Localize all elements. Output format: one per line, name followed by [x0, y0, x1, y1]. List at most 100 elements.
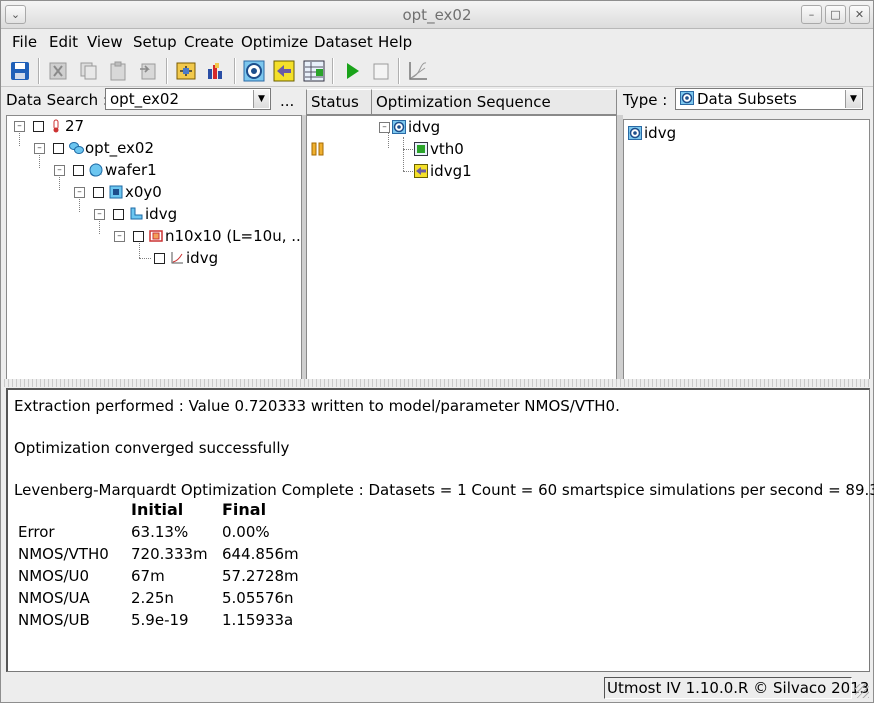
table-header: Final — [222, 500, 267, 519]
checkbox[interactable] — [133, 230, 144, 242]
table-cell: NMOS/VTH0 — [18, 545, 109, 563]
collapse-icon[interactable]: – — [34, 142, 45, 154]
yellow-arrow-icon[interactable] — [271, 58, 297, 84]
table-cell: 63.13% — [131, 523, 189, 541]
table-cell: Error — [18, 523, 55, 541]
target-icon — [392, 120, 406, 134]
menu-optimize[interactable]: Optimize — [241, 33, 308, 51]
maximize-button[interactable]: □ — [825, 5, 846, 24]
data-tree-pane[interactable]: – 27 – opt_ex02 – wafer1 – x0y0 – idvg –… — [6, 115, 306, 381]
tree-node-routine[interactable]: – idvg — [94, 204, 177, 224]
checkbox[interactable] — [73, 164, 84, 176]
status-paused-icon — [311, 139, 325, 159]
tree-node-project[interactable]: – opt_ex02 — [34, 138, 154, 158]
tree-label: idvg — [145, 205, 178, 223]
checkbox[interactable] — [93, 186, 104, 198]
table-cell: 57.2728m — [222, 567, 299, 585]
delete-icon[interactable] — [135, 58, 161, 84]
output-line: Extraction performed : Value 0.720333 wr… — [14, 397, 620, 415]
table-cell: 720.333m — [131, 545, 208, 563]
vertical-splitter[interactable] — [302, 115, 306, 381]
optimize-icon — [414, 164, 428, 178]
column-header-status[interactable]: Status — [306, 89, 372, 115]
collapse-icon[interactable]: – — [379, 121, 390, 133]
menu-setup[interactable]: Setup — [133, 33, 177, 51]
collapse-icon[interactable]: – — [114, 230, 125, 242]
menu-view[interactable]: View — [87, 33, 123, 51]
type-combo[interactable]: Data Subsets ▼ — [675, 88, 863, 110]
checkbox[interactable] — [113, 208, 124, 220]
run-icon[interactable] — [339, 58, 365, 84]
tree-node-wafer[interactable]: – wafer1 — [54, 160, 157, 180]
sequence-item-vth0[interactable]: vth0 — [414, 139, 464, 159]
resize-grip-icon[interactable] — [855, 684, 869, 698]
stop-icon[interactable] — [368, 58, 394, 84]
tree-node-27[interactable]: – 27 — [14, 116, 84, 136]
collapse-icon[interactable]: – — [54, 164, 65, 176]
data-search-more-button[interactable]: ... — [280, 92, 294, 110]
data-search-label: Data Search : — [6, 91, 108, 109]
status-bar-text: Utmost IV 1.10.0.R © Silvaco 2013 — [604, 677, 869, 699]
type-list-label: idvg — [644, 124, 677, 142]
window-title: opt_ex02 — [402, 6, 472, 24]
horizontal-splitter[interactable] — [4, 379, 870, 387]
target-icon — [680, 90, 694, 110]
menu-bar: File Edit View Setup Create Optimize Dat… — [1, 30, 873, 54]
vertical-splitter[interactable] — [617, 115, 623, 381]
die-icon — [109, 185, 123, 199]
paste-icon[interactable] — [105, 58, 131, 84]
curve-icon — [170, 251, 184, 265]
close-button[interactable]: ✕ — [849, 5, 870, 24]
checkbox[interactable] — [53, 142, 64, 154]
column-header-sequence[interactable]: Optimization Sequence — [371, 89, 617, 115]
tree-node-device[interactable]: – n10x10 (L=10u, ... — [114, 226, 306, 246]
save-icon[interactable] — [7, 58, 33, 84]
tree-node-dataset[interactable]: idvg — [154, 248, 218, 268]
project-icon — [69, 141, 84, 155]
tree-label: idvg — [186, 249, 219, 267]
minimize-button[interactable]: – — [801, 5, 822, 24]
chevron-down-icon[interactable]: ▼ — [845, 90, 861, 108]
plot-icon[interactable] — [405, 58, 431, 84]
output-line: Levenberg-Marquardt Optimization Complet… — [14, 481, 874, 499]
table-cell: 644.856m — [222, 545, 299, 563]
data-search-value: opt_ex02 — [110, 90, 180, 108]
sequence-label: idvg1 — [430, 162, 472, 180]
menu-edit[interactable]: Edit — [49, 33, 78, 51]
wafer-icon — [89, 163, 103, 177]
type-list-pane[interactable]: idvg — [623, 119, 870, 381]
optimization-sequence-pane[interactable]: – idvg vth0 idvg1 — [306, 115, 617, 381]
sequence-item-idvg1[interactable]: idvg1 — [414, 161, 472, 181]
chevron-down-icon[interactable]: ▼ — [253, 90, 269, 108]
checkbox[interactable] — [33, 120, 44, 132]
menu-file[interactable]: File — [12, 33, 37, 51]
extract-icon[interactable] — [173, 58, 199, 84]
menu-dataset[interactable]: Dataset — [314, 33, 373, 51]
type-list-item[interactable]: idvg — [628, 123, 676, 143]
copy-icon[interactable] — [75, 58, 101, 84]
output-log-pane[interactable]: Extraction performed : Value 0.720333 wr… — [6, 388, 874, 672]
temperature-icon — [49, 119, 63, 133]
title-bar[interactable]: ⌄ opt_ex02 – □ ✕ — [1, 1, 873, 29]
table-cell: 2.25n — [131, 589, 174, 607]
sequence-item-idvg[interactable]: – idvg — [379, 117, 440, 137]
checkbox[interactable] — [154, 252, 165, 264]
tree-label: n10x10 (L=10u, ... — [165, 227, 306, 245]
target-icon[interactable] — [241, 58, 267, 84]
routine-icon — [129, 207, 143, 221]
output-line: Optimization converged successfully — [14, 439, 290, 457]
collapse-icon[interactable]: – — [14, 120, 25, 132]
tree-label: wafer1 — [105, 161, 157, 179]
table-icon[interactable] — [301, 58, 327, 84]
collapse-icon[interactable]: – — [74, 186, 85, 198]
tree-node-die[interactable]: – x0y0 — [74, 182, 162, 202]
data-search-combo[interactable]: opt_ex02 ▼ — [105, 88, 271, 110]
cut-icon[interactable] — [45, 58, 71, 84]
menu-help[interactable]: Help — [378, 33, 412, 51]
tree-label: opt_ex02 — [85, 139, 155, 157]
menu-create[interactable]: Create — [184, 33, 234, 51]
toolbar — [1, 55, 873, 87]
bars-icon[interactable] — [203, 58, 229, 84]
table-cell: NMOS/U0 — [18, 567, 90, 585]
collapse-icon[interactable]: – — [94, 208, 105, 220]
